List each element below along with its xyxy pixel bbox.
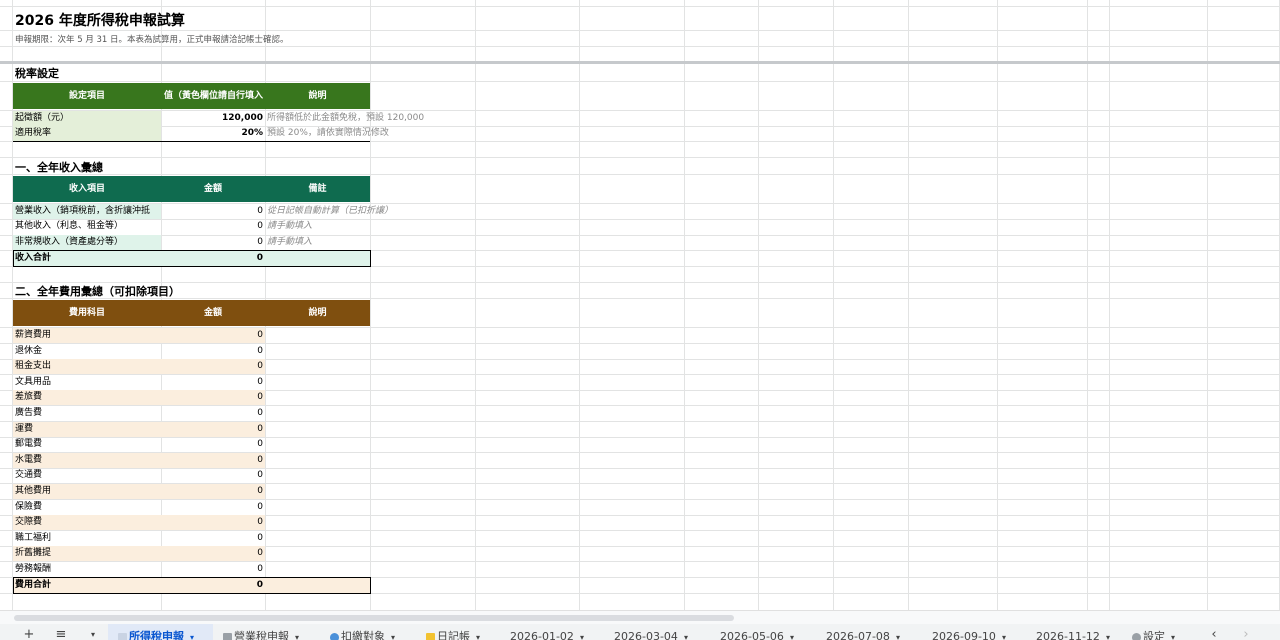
expense-header-amount[interactable]: 金額	[161, 300, 265, 326]
expense-row-amount[interactable]: 0	[161, 406, 265, 421]
table-icon	[223, 632, 232, 640]
expense-row-label[interactable]: 職工福利	[13, 531, 161, 546]
income-row-label[interactable]: 非常規收入（資產處分等）	[13, 235, 161, 250]
sheet-tab-journal[interactable]: 日記帳 ▾	[416, 624, 500, 640]
sheet-subtitle: 申報期限：次年 5 月 31 日。本表為試算用，正式申報請洽記帳士確認。	[15, 35, 289, 45]
expense-header-note[interactable]: 說明	[265, 300, 370, 326]
expense-row-label[interactable]: 郵電費	[13, 437, 161, 452]
sheet-tab-2026-03-04[interactable]: 2026-03-04 ▾	[604, 624, 710, 640]
sheet-tab-2026-01-02[interactable]: 2026-01-02 ▾	[500, 624, 604, 640]
expense-row-label[interactable]: 水電費	[13, 453, 161, 468]
income-total-note[interactable]	[265, 251, 370, 266]
expense-row-amount[interactable]: 0	[161, 328, 265, 343]
tax-settings-header-value[interactable]: 值（黃色欄位請自行填入	[161, 83, 265, 109]
expense-row-amount[interactable]: 0	[161, 484, 265, 499]
sheet-tab-2026-05-06[interactable]: 2026-05-06 ▾	[710, 624, 816, 640]
sheet-tab-bar: + ≡ ▾ 所得稅申報 ▾ 營業稅申報 ▾ 扣繳對象 ▾ 日記帳 ▾ 2026-01-0…	[0, 624, 1280, 640]
income-header-item[interactable]: 收入項目	[13, 176, 161, 202]
tax-setting-label[interactable]: 適用稅率	[13, 126, 161, 141]
scrollbar-thumb[interactable]	[14, 615, 734, 621]
tax-setting-note[interactable]: 預設 20%，請依實際情況修改	[265, 126, 625, 141]
expense-row-amount[interactable]: 0	[161, 515, 265, 530]
scroll-tabs-left-icon[interactable]: ‹	[1206, 624, 1222, 640]
spreadsheet-grid[interactable]: 2026 年度所得稅申報試算 申報期限：次年 5 月 31 日。本表為試算用，正…	[0, 0, 1280, 610]
expense-row-label[interactable]: 租金支出	[13, 359, 161, 374]
income-header-note[interactable]: 備註	[265, 176, 370, 202]
expense-row-amount[interactable]: 0	[161, 344, 265, 359]
tax-settings-header-item[interactable]: 設定項目	[13, 83, 161, 109]
sheet-tab-2026-07-08[interactable]: 2026-07-08 ▾	[816, 624, 922, 640]
expense-row-amount[interactable]: 0	[161, 531, 265, 546]
tax-settings-header-note[interactable]: 說明	[265, 83, 370, 109]
sheet-tab-withholding[interactable]: 扣繳對象 ▾	[320, 624, 416, 640]
expense-row-amount[interactable]: 0	[161, 437, 265, 452]
scroll-tabs-right-icon[interactable]: ›	[1238, 624, 1254, 640]
tax-settings-section-title: 稅率設定	[15, 67, 59, 80]
income-row-label[interactable]: 其他收入（利息、租金等）	[13, 219, 161, 234]
people-icon	[330, 632, 339, 640]
expense-row-label[interactable]: 保險費	[13, 500, 161, 515]
expense-section-title: 二、全年費用彙總（可扣除項目）	[15, 285, 180, 298]
expense-row-label[interactable]: 退休金	[13, 344, 161, 359]
expense-row-label[interactable]: 交通費	[13, 468, 161, 483]
document-icon	[118, 632, 127, 640]
expense-row-amount[interactable]: 0	[161, 359, 265, 374]
income-row-label[interactable]: 營業收入（銷項稅前，含折讓沖抵	[13, 204, 161, 219]
expense-row-amount[interactable]: 0	[161, 468, 265, 483]
tax-setting-label[interactable]: 起徵額（元）	[13, 111, 161, 126]
expense-header-item[interactable]: 費用科目	[13, 300, 161, 326]
gear-icon	[1132, 632, 1141, 640]
expense-row-label[interactable]: 交際費	[13, 515, 161, 530]
expense-row-label[interactable]: 運費	[13, 422, 161, 437]
sheet-tab-2026-09-10[interactable]: 2026-09-10 ▾	[922, 624, 1026, 640]
expense-row-label[interactable]: 差旅費	[13, 390, 161, 405]
income-row-note[interactable]: 從日記帳自動計算（已扣折讓）	[265, 204, 625, 219]
all-sheets-menu-icon[interactable]: ≡	[52, 624, 70, 640]
expense-row-label[interactable]: 勞務報酬	[13, 562, 161, 577]
expense-row-amount[interactable]: 0	[161, 562, 265, 577]
expense-total-amount[interactable]: 0	[161, 578, 265, 593]
income-row-note[interactable]: 請手動填入	[265, 235, 625, 250]
income-section-title: 一、全年收入彙總	[15, 161, 103, 174]
tax-setting-value[interactable]: 120,000	[161, 111, 265, 126]
income-row-amount[interactable]: 0	[161, 219, 265, 234]
add-sheet-icon[interactable]: +	[20, 624, 38, 640]
expense-row-amount[interactable]: 0	[161, 453, 265, 468]
expense-row-label[interactable]: 廣告費	[13, 406, 161, 421]
expense-row-amount[interactable]: 0	[161, 546, 265, 561]
income-row-amount[interactable]: 0	[161, 235, 265, 250]
frozen-rows-divider[interactable]	[0, 61, 1280, 64]
income-total-amount[interactable]: 0	[161, 251, 265, 266]
expense-row-amount[interactable]: 0	[161, 390, 265, 405]
horizontal-scrollbar[interactable]	[0, 610, 1280, 624]
sheet-tab-settings[interactable]: 設定 ▾	[1122, 624, 1198, 640]
sheets-dropdown-icon[interactable]: ▾	[84, 624, 102, 640]
expense-row-label[interactable]: 文具用品	[13, 375, 161, 390]
expense-total-note[interactable]	[265, 578, 370, 593]
expense-row-label[interactable]: 薪資費用	[13, 328, 161, 343]
expense-row-label[interactable]: 其他費用	[13, 484, 161, 499]
sheet-tab-2026-11-12[interactable]: 2026-11-12 ▾	[1026, 624, 1122, 640]
tax-setting-note[interactable]: 所得額低於此金額免稅，預設 120,000	[265, 111, 625, 126]
folder-icon	[426, 632, 435, 640]
income-header-amount[interactable]: 金額	[161, 176, 265, 202]
expense-total-label[interactable]: 費用合計	[13, 578, 161, 593]
sheet-title: 2026 年度所得稅申報試算	[15, 13, 185, 29]
income-total-label[interactable]: 收入合計	[13, 251, 161, 266]
sheet-tab-business-tax[interactable]: 營業稅申報 ▾	[213, 624, 320, 640]
expense-row-amount[interactable]: 0	[161, 375, 265, 390]
tax-setting-value[interactable]: 20%	[161, 126, 265, 141]
sheet-tab-income-tax[interactable]: 所得稅申報 ▾	[108, 624, 213, 640]
expense-row-amount[interactable]: 0	[161, 422, 265, 437]
expense-row-amount[interactable]: 0	[161, 500, 265, 515]
income-row-note[interactable]: 請手動填入	[265, 219, 625, 234]
income-row-amount[interactable]: 0	[161, 204, 265, 219]
expense-row-label[interactable]: 折舊攤提	[13, 546, 161, 561]
